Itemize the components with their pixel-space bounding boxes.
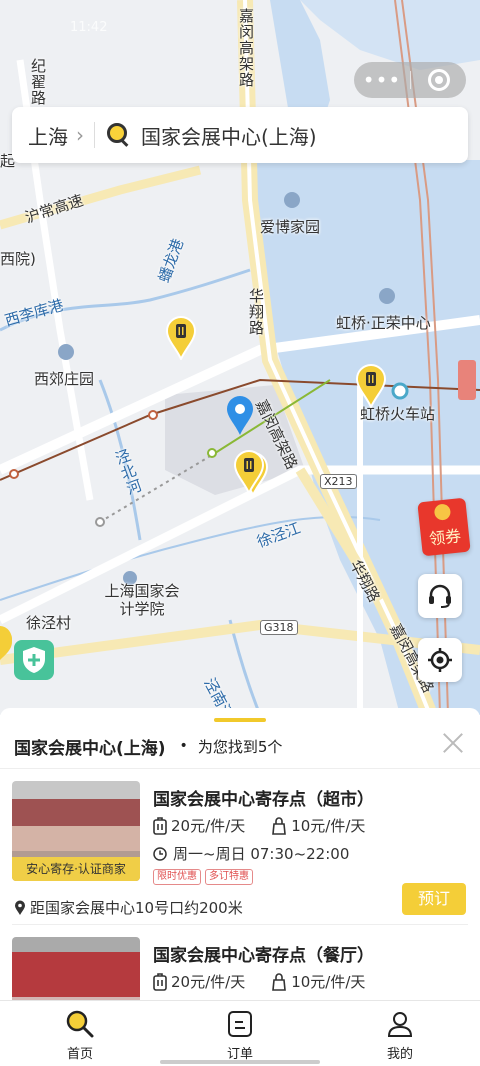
tab-profile[interactable]: 我的 bbox=[320, 1001, 480, 1066]
coupon-button[interactable]: 领券 bbox=[417, 497, 471, 557]
tab-label: 首页 bbox=[66, 1047, 93, 1062]
distance-row: 距国家会展中心10号口约200米 bbox=[14, 897, 243, 918]
promo-tag: 限时优惠 bbox=[153, 869, 201, 885]
map-label: 徐泾村 bbox=[26, 614, 72, 632]
sheet-title: 国家会展中心(上海) bbox=[14, 738, 166, 759]
luggage-icon bbox=[153, 816, 167, 835]
profile-icon bbox=[387, 1012, 413, 1037]
tab-bar: 首页 订单 我的 bbox=[0, 1000, 480, 1066]
bag-icon bbox=[272, 816, 287, 835]
locate-button[interactable] bbox=[418, 638, 462, 682]
safety-shield-button[interactable] bbox=[14, 640, 54, 680]
search-icon bbox=[107, 123, 131, 147]
headset-icon bbox=[429, 584, 451, 608]
city-selector[interactable]: 上海 bbox=[12, 121, 68, 150]
luggage-icon bbox=[153, 972, 167, 991]
shield-plus-icon bbox=[23, 647, 45, 673]
storage-photo: 安心寄存·认证商家 bbox=[12, 781, 140, 881]
tab-orders[interactable]: 订单 bbox=[160, 1001, 320, 1066]
crosshair-icon bbox=[428, 648, 452, 672]
certified-badge: 安心寄存·认证商家 bbox=[12, 857, 140, 881]
close-miniprogram-button[interactable] bbox=[411, 69, 466, 91]
distance-text: 距国家会展中心10号口约200米 bbox=[30, 899, 243, 917]
opening-hours: 周一~周日 07:30~22:00 bbox=[173, 845, 350, 863]
luggage-price: 20元/件/天 bbox=[171, 973, 246, 991]
book-button[interactable]: 预订 bbox=[402, 883, 466, 915]
map-label: 爱博家园 bbox=[260, 218, 321, 236]
map-label: 西院) bbox=[0, 250, 36, 268]
chevron-right-icon: › bbox=[76, 123, 84, 147]
search-bar[interactable]: 上海 › 国家会展中心(上海) bbox=[12, 107, 468, 163]
clock-icon bbox=[153, 846, 167, 861]
price-row: 20元/件/天 10元/件/天 bbox=[153, 971, 365, 992]
close-icon[interactable] bbox=[440, 730, 466, 756]
storage-title: 国家会展中心寄存点（超市） bbox=[153, 790, 374, 810]
tab-label: 我的 bbox=[386, 1047, 413, 1062]
storage-card[interactable]: 国家会展中心寄存点（餐厅） 20元/件/天 10元/件/天 bbox=[12, 937, 468, 1000]
price-row: 20元/件/天 10元/件/天 bbox=[153, 815, 365, 836]
sheet-drag-handle[interactable] bbox=[214, 718, 266, 722]
miniprogram-capsule: ••• bbox=[354, 62, 466, 98]
coupon-label: 领券 bbox=[428, 526, 463, 549]
luggage-marker-cluster[interactable] bbox=[234, 450, 268, 496]
road-badge-x213: X213 bbox=[320, 474, 357, 489]
storage-title: 国家会展中心寄存点（餐厅） bbox=[153, 946, 374, 966]
map-label: 华翔路 bbox=[247, 288, 265, 336]
luggage-price: 20元/件/天 bbox=[171, 817, 246, 835]
sheet-dot: • bbox=[179, 738, 188, 754]
status-time: 11:42 bbox=[70, 20, 108, 35]
search-query[interactable]: 国家会展中心(上海) bbox=[141, 121, 317, 150]
sheet-header: 国家会展中心(上海) • 为您找到5个 bbox=[14, 734, 466, 759]
map-view[interactable]: 11:42 嘉闵高架路 纪翟路 起 沪常高速 西院) 蟠龙港 西李库港 西郊庄园… bbox=[0, 0, 480, 715]
location-pin-icon bbox=[227, 396, 253, 435]
storage-photo bbox=[12, 937, 140, 1000]
luggage-marker[interactable] bbox=[356, 364, 386, 408]
divider bbox=[0, 768, 480, 769]
luggage-marker[interactable] bbox=[0, 626, 12, 660]
bag-price: 10元/件/天 bbox=[291, 973, 366, 991]
storage-card[interactable]: 安心寄存·认证商家 国家会展中心寄存点（超市） 20元/件/天 10元/件/天 … bbox=[12, 781, 468, 921]
search-icon bbox=[66, 1010, 94, 1038]
customer-service-button[interactable] bbox=[418, 574, 462, 618]
hours-row: 周一~周日 07:30~22:00 bbox=[153, 843, 349, 864]
map-label: 上海国家会计学院 bbox=[104, 582, 180, 618]
result-count: 为您找到5个 bbox=[197, 737, 283, 756]
map-label: 虹桥·正荣中心 bbox=[336, 314, 431, 332]
map-label: 纪翟路 bbox=[29, 58, 47, 106]
divider bbox=[12, 924, 468, 925]
home-indicator bbox=[160, 1060, 320, 1064]
search-divider bbox=[94, 122, 95, 148]
map-label: 嘉闵高架路 bbox=[237, 8, 255, 88]
target-close-icon bbox=[427, 69, 450, 91]
coin-icon bbox=[433, 503, 452, 521]
promo-tag: 多订特惠 bbox=[205, 869, 253, 885]
road-badge-g318: G318 bbox=[260, 620, 298, 635]
luggage-marker[interactable] bbox=[166, 316, 196, 360]
bag-icon bbox=[272, 972, 287, 991]
map-label: 西郊庄园 bbox=[34, 370, 95, 388]
order-icon bbox=[228, 1011, 252, 1037]
promo-tags: 限时优惠 多订特惠 bbox=[153, 869, 257, 885]
location-icon bbox=[15, 900, 25, 915]
more-icon[interactable]: ••• bbox=[354, 62, 410, 98]
results-sheet: 国家会展中心(上海) • 为您找到5个 安心寄存·认证商家 国家会展中心寄存点（… bbox=[0, 708, 480, 1000]
bag-price: 10元/件/天 bbox=[291, 817, 366, 835]
tab-home[interactable]: 首页 bbox=[0, 1001, 160, 1066]
